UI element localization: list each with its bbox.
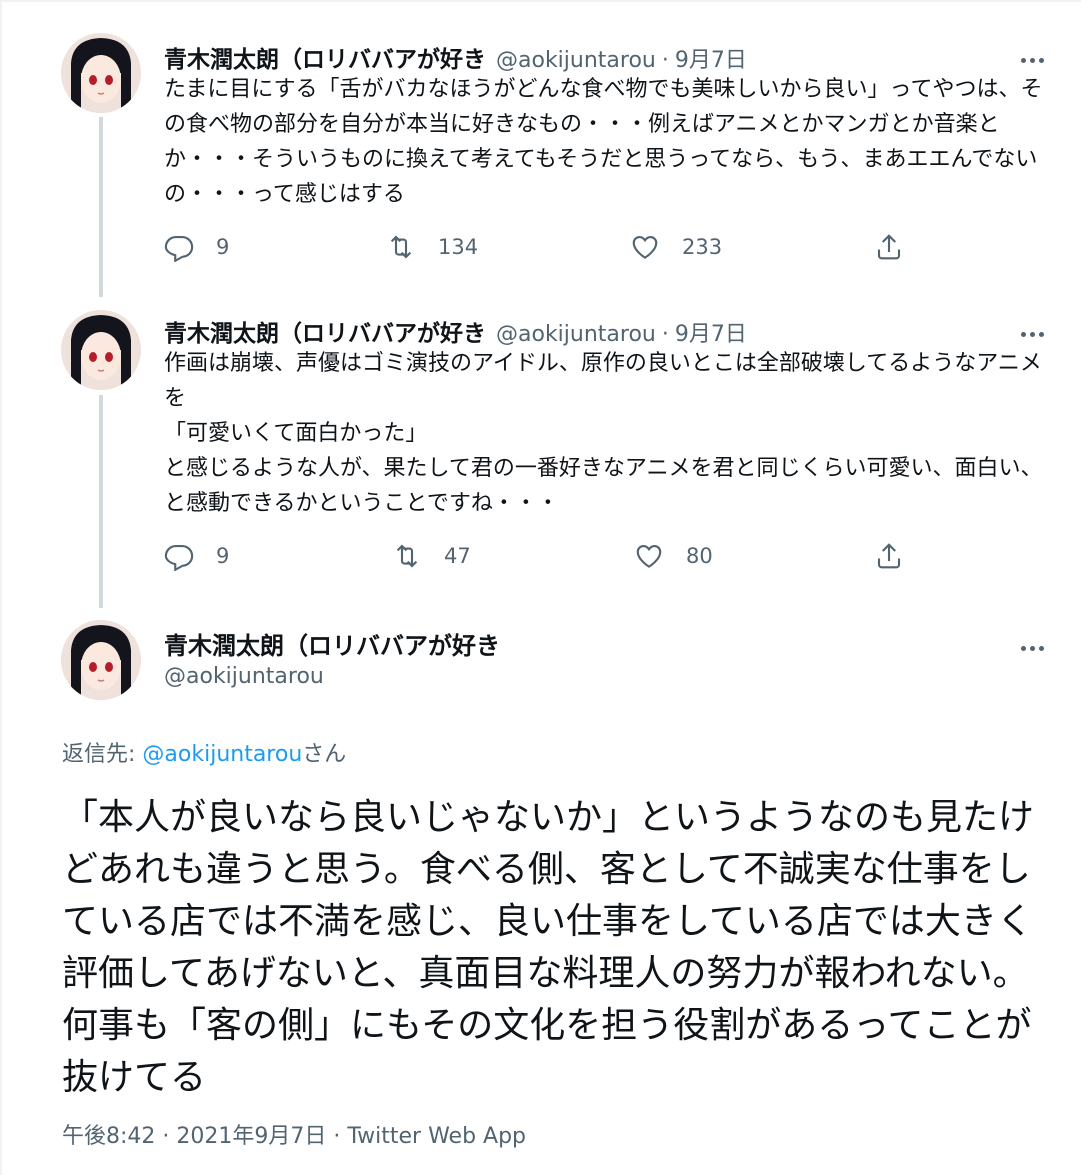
- author-name[interactable]: 青木潤太朗（ロリババアが好き: [164, 314, 486, 348]
- retweet-count: 134: [438, 235, 479, 259]
- like-button[interactable]: 233: [630, 232, 722, 262]
- share-button[interactable]: [874, 232, 904, 262]
- reply-button[interactable]: 9: [164, 541, 229, 571]
- thread-tweet-1[interactable]: 青木潤太朗（ロリババアが好き @aokijuntarou · 9月7日 たまに目…: [0, 0, 1081, 300]
- share-icon: [877, 234, 901, 260]
- tweet-timestamp[interactable]: 午後8:42 · 2021年9月7日 · Twitter Web App: [62, 1118, 526, 1150]
- like-icon: [636, 544, 662, 568]
- reply-button[interactable]: 9: [164, 232, 229, 262]
- thread-connector-line: [99, 117, 103, 297]
- avatar[interactable]: [61, 310, 141, 390]
- tweet-date[interactable]: 9月7日: [675, 42, 747, 74]
- like-count: 233: [682, 235, 723, 259]
- separator-dot: ·: [661, 48, 669, 73]
- reply-to-prefix: 返信先:: [62, 742, 143, 767]
- author-handle[interactable]: @aokijuntarou: [496, 322, 656, 347]
- tweet-text: 作画は崩壊、声優はゴミ演技のアイドル、原作の良いとこは全部破壊してるようなアニメ…: [164, 351, 1043, 516]
- thread-connector-line: [99, 395, 103, 608]
- reply-to-suffix: さん: [302, 742, 347, 767]
- reply-to-handle-link[interactable]: @aokijuntarou: [142, 742, 302, 767]
- tweet-actions: 9 47 80: [164, 541, 904, 581]
- more-icon[interactable]: [1019, 636, 1049, 651]
- tweet-text: たまに目にする「舌がバカなほうがどんな食べ物でも美味しいから良い」ってやつは、そ…: [164, 77, 1043, 207]
- reply-icon: [164, 235, 194, 262]
- avatar[interactable]: [61, 33, 141, 113]
- tweet-header: 青木潤太朗（ロリババアが好き @aokijuntarou · 9月7日: [164, 314, 747, 348]
- tweet-date[interactable]: 9月7日: [675, 316, 747, 348]
- more-icon[interactable]: [1019, 48, 1049, 63]
- retweet-icon: [390, 235, 412, 259]
- more-icon[interactable]: [1019, 322, 1049, 337]
- author-handle[interactable]: @aokijuntarou: [496, 48, 656, 73]
- separator-dot: ·: [661, 322, 669, 347]
- retweet-count: 47: [444, 544, 471, 568]
- focused-tweet: 青木潤太朗（ロリババアが好き @aokijuntarou 返信先: @aokij…: [0, 610, 1081, 1175]
- share-icon: [877, 543, 901, 569]
- author-name[interactable]: 青木潤太朗（ロリババアが好き: [164, 626, 500, 661]
- like-icon: [632, 235, 658, 259]
- author-name[interactable]: 青木潤太朗（ロリババアが好き: [164, 40, 486, 74]
- like-count: 80: [686, 544, 713, 568]
- author-handle[interactable]: @aokijuntarou: [164, 664, 324, 689]
- like-button[interactable]: 80: [634, 541, 713, 571]
- reply-count: 9: [216, 544, 230, 568]
- reply-to-line: 返信先: @aokijuntarouさん: [62, 736, 346, 768]
- thread-tweet-2[interactable]: 青木潤太朗（ロリババアが好き @aokijuntarou · 9月7日 作画は崩…: [0, 300, 1081, 610]
- share-button[interactable]: [874, 541, 904, 571]
- avatar[interactable]: [61, 620, 141, 700]
- tweet-header: 青木潤太朗（ロリババアが好き: [164, 626, 500, 661]
- tweet-header: 青木潤太朗（ロリババアが好き @aokijuntarou · 9月7日: [164, 40, 747, 74]
- reply-count: 9: [216, 235, 230, 259]
- tweet-actions: 9 134 233: [164, 232, 904, 272]
- retweet-button[interactable]: 134: [386, 232, 478, 262]
- retweet-icon: [396, 544, 418, 568]
- tweet-text: 「本人が良いなら良いじゃないか」というようなのも見たけどあれも違うと思う。食べる…: [62, 797, 1035, 1098]
- retweet-button[interactable]: 47: [392, 541, 471, 571]
- reply-icon: [164, 544, 194, 571]
